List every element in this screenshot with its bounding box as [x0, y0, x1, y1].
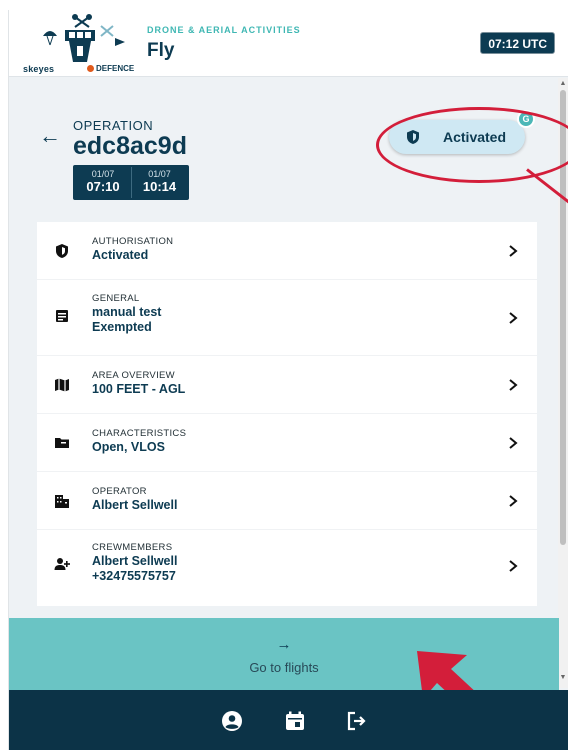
end-time: 10:14: [142, 179, 177, 194]
row-value: Exempted: [92, 320, 152, 334]
folder-icon: [55, 438, 69, 448]
row-general[interactable]: GENERAL manual test Exempted: [37, 280, 537, 356]
row-label: AREA OVERVIEW: [92, 370, 175, 381]
building-icon: [55, 495, 69, 508]
shield-icon: [56, 244, 68, 258]
row-value: Albert Sellwell: [92, 498, 178, 512]
row-label: AUTHORISATION: [92, 236, 174, 247]
operation-label: OPERATION: [73, 118, 154, 133]
logo-wordmark: skeyes: [23, 64, 55, 74]
row-label: CREWMEMBERS: [92, 542, 173, 553]
app-title: Fly: [147, 40, 175, 61]
operation-id: edc8ac9d: [73, 132, 187, 160]
row-general-text: GENERAL manual test Exempted: [92, 293, 161, 335]
document-icon: [56, 310, 68, 322]
row-area-overview[interactable]: AREA OVERVIEW 100 FEET - AGL: [37, 356, 537, 414]
operation-end-time: 01/07 10:14: [131, 167, 187, 198]
row-value: manual test: [92, 305, 162, 319]
row-area-overview-text: AREA OVERVIEW 100 FEET - AGL: [92, 370, 185, 397]
chevron-right-icon: [509, 312, 518, 324]
defence-logo: DEFENCE: [87, 64, 134, 73]
chevron-right-icon: [509, 560, 518, 572]
scroll-up-arrow-icon[interactable]: ▲: [559, 80, 567, 88]
scroll-down-arrow-icon[interactable]: ▼: [559, 674, 567, 682]
app-subtitle: DRONE & AERIAL ACTIVITIES: [147, 25, 301, 35]
row-value: Activated: [92, 248, 149, 262]
app-header: skeyes DEFENCE DRONE & AERIAL ACTIVITIES…: [9, 10, 568, 77]
control-tower-icon: [43, 14, 125, 62]
map-icon: [55, 378, 69, 392]
row-label: GENERAL: [92, 293, 140, 304]
row-crewmembers-text: CREWMEMBERS Albert Sellwell +32475575757: [92, 542, 177, 584]
back-arrow-icon[interactable]: ←: [39, 125, 61, 147]
row-authorisation[interactable]: AUTHORISATION Activated: [37, 222, 537, 280]
bottom-navigation: [9, 690, 568, 750]
calendar-icon[interactable]: [284, 710, 306, 732]
row-label: CHARACTERISTICS: [92, 428, 187, 439]
chevron-right-icon: [509, 245, 518, 257]
start-time: 07:10: [86, 179, 120, 194]
account-icon[interactable]: [221, 710, 243, 732]
row-value: Albert Sellwell: [92, 554, 178, 568]
skeyes-logo: skeyes DEFENCE: [17, 12, 145, 76]
row-value: 100 FEET - AGL: [92, 382, 186, 396]
row-value: Open, VLOS: [92, 440, 165, 454]
operation-details-list: AUTHORISATION Activated GENERAL manual t…: [37, 222, 537, 606]
start-date: 01/07: [91, 169, 115, 179]
chevron-right-icon: [509, 495, 518, 507]
person-add-icon: [54, 558, 70, 570]
row-authorisation-text: AUTHORISATION Activated: [92, 236, 173, 263]
operation-start-time: 01/07 07:10: [75, 167, 131, 198]
row-crewmembers[interactable]: CREWMEMBERS Albert Sellwell +32475575757: [37, 530, 537, 606]
utc-clock-badge: 07:12 UTC: [480, 32, 555, 54]
chevron-right-icon: [509, 379, 518, 391]
row-label: OPERATOR: [92, 486, 147, 497]
row-operator[interactable]: OPERATOR Albert Sellwell: [37, 472, 537, 530]
chevron-right-icon: [509, 437, 518, 449]
row-characteristics-text: CHARACTERISTICS Open, VLOS: [92, 428, 186, 455]
row-operator-text: OPERATOR Albert Sellwell: [92, 486, 177, 513]
app-window: skeyes DEFENCE DRONE & AERIAL ACTIVITIES…: [8, 10, 568, 750]
logout-icon[interactable]: [346, 710, 368, 732]
end-date: 01/07: [148, 169, 171, 179]
operation-time-window: 01/07 07:10 01/07 10:14: [73, 165, 189, 200]
row-value: +32475575757: [92, 569, 176, 583]
row-characteristics[interactable]: CHARACTERISTICS Open, VLOS: [37, 414, 537, 472]
annotation-highlight-ellipse: [376, 107, 568, 183]
